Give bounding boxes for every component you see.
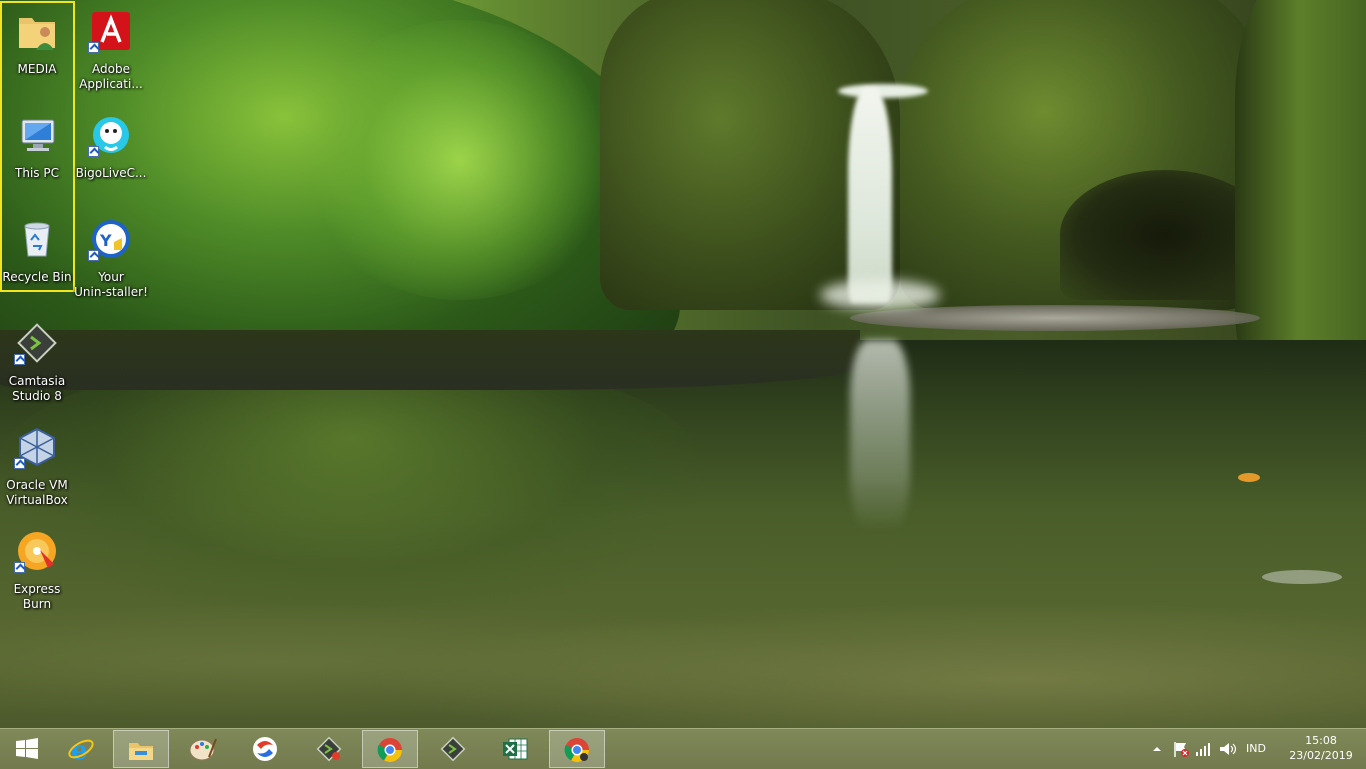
- camtasia-icon: [440, 736, 466, 762]
- internet-explorer-icon: e: [68, 736, 94, 763]
- taskbar-paint[interactable]: [176, 730, 232, 768]
- taskbar-chrome-2[interactable]: [549, 730, 605, 768]
- desktop-icon-label: Express Burn: [13, 582, 61, 611]
- paint-palette-icon: [189, 738, 217, 761]
- clock-time: 15:08: [1305, 734, 1337, 747]
- desktop-icon-adobe[interactable]: Adobe Applicati...: [74, 4, 148, 100]
- clock[interactable]: 15:08 23/02/2019: [1284, 733, 1358, 763]
- wallpaper-falls-reflection: [850, 340, 910, 530]
- windows-logo-icon: [16, 738, 38, 759]
- wallpaper-stone: [1262, 570, 1342, 584]
- taskbar-camtasia[interactable]: [426, 730, 482, 768]
- start-button[interactable]: [0, 730, 56, 768]
- wallpaper-pebbles: [0, 560, 1366, 728]
- chrome-icon: [564, 738, 589, 763]
- wallpaper-leaf: [1238, 473, 1260, 482]
- desktop-icon-bigo-live[interactable]: BigoLiveC...: [74, 108, 148, 204]
- wallpaper-mist: [820, 280, 940, 310]
- taskbar-chrome[interactable]: [362, 730, 418, 768]
- browser-swirl-icon: [253, 737, 277, 761]
- shortcut-arrow-icon: [14, 354, 25, 365]
- desktop-icon-label: BigoLiveC...: [75, 166, 147, 180]
- clock-date: 23/02/2019: [1289, 749, 1353, 762]
- wallpaper-gravel: [850, 305, 1260, 331]
- shortcut-arrow-icon: [88, 42, 99, 53]
- taskbar-internet-explorer[interactable]: e: [54, 730, 110, 768]
- desktop-icon-express-burn[interactable]: Express Burn: [0, 524, 74, 620]
- network-signal-icon[interactable]: [1194, 739, 1212, 759]
- taskbar: e IND 15:08 23/02/2019: [0, 728, 1366, 769]
- taskbar-browser-swirl[interactable]: [238, 730, 294, 768]
- wallpaper-far-right-cliff: [1235, 0, 1366, 390]
- taskbar-file-explorer[interactable]: [113, 730, 169, 768]
- desktop-icon-uninstaller[interactable]: Y Your Unin-staller!: [74, 212, 148, 308]
- desktop-icon-virtualbox[interactable]: Oracle VM VirtualBox: [0, 420, 74, 516]
- wallpaper-falls-top: [838, 84, 928, 98]
- wallpaper-waterfall: [848, 88, 892, 303]
- file-explorer-icon: [129, 743, 153, 760]
- action-center-flag-icon[interactable]: [1172, 739, 1190, 759]
- desktop-icon-label: Camtasia Studio 8: [8, 374, 66, 403]
- svg-text:Y: Y: [99, 231, 112, 250]
- input-language-indicator[interactable]: IND: [1246, 742, 1266, 762]
- wallpaper-ferns: [300, 20, 620, 300]
- shortcut-arrow-icon: [14, 562, 25, 573]
- desktop-icon-label: Adobe Applicati...: [79, 62, 143, 91]
- chrome-icon: [377, 738, 402, 763]
- taskbar-excel[interactable]: [488, 730, 544, 768]
- camtasia-recorder-icon: [316, 736, 342, 762]
- show-hidden-icons-chevron-icon[interactable]: [1152, 739, 1162, 759]
- shortcut-arrow-icon: [88, 250, 99, 261]
- desktop[interactable]: MEDIA This PC Recycle Bin Adobe Applicat…: [0, 0, 1366, 728]
- excel-icon: [503, 738, 528, 760]
- selection-rectangle: [0, 1, 75, 292]
- desktop-icon-camtasia[interactable]: Camtasia Studio 8: [0, 316, 74, 412]
- shortcut-arrow-icon: [14, 458, 25, 469]
- wallpaper-shore: [0, 330, 860, 390]
- shortcut-arrow-icon: [88, 146, 99, 157]
- desktop-icon-label: Oracle VM VirtualBox: [6, 478, 68, 507]
- notification-area: IND 15:08 23/02/2019: [1136, 729, 1366, 769]
- taskbar-camtasia-recorder[interactable]: [302, 730, 358, 768]
- desktop-icon-label: Your Unin-staller!: [74, 270, 148, 299]
- volume-icon[interactable]: [1218, 739, 1236, 759]
